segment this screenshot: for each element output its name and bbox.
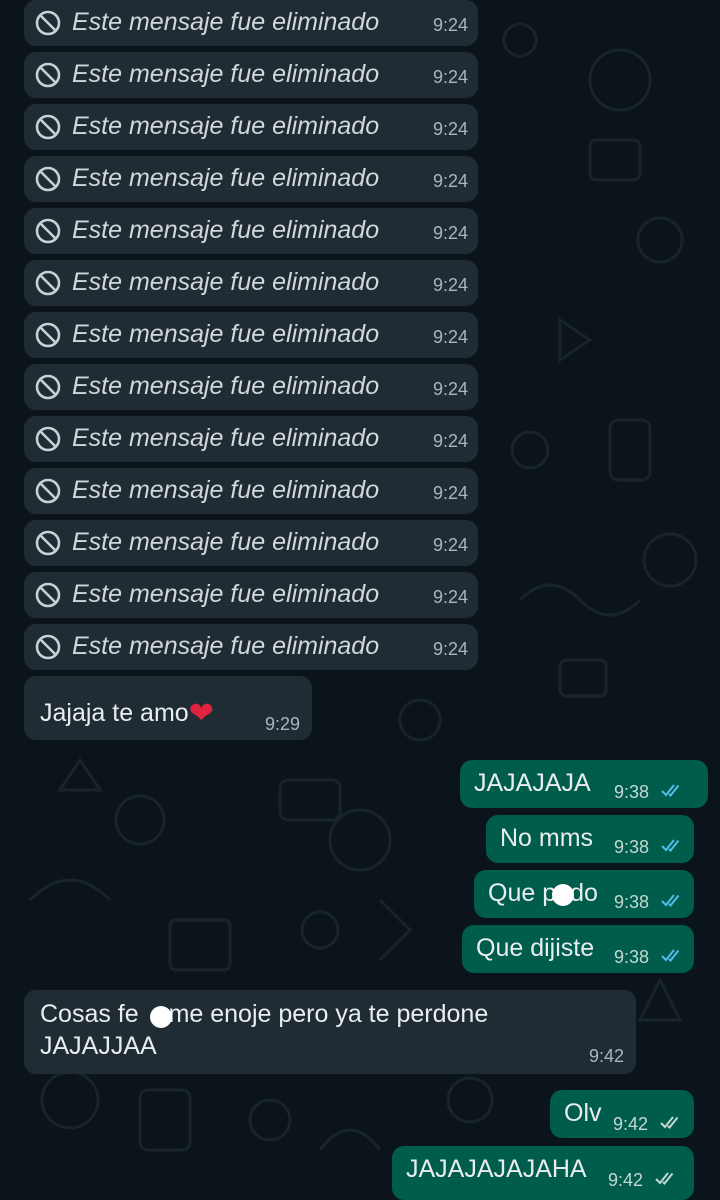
message-time: 9:24 xyxy=(432,275,468,295)
prohibited-icon xyxy=(35,374,61,400)
message-text-end: , me enoje pero ya te perdone xyxy=(154,1000,489,1028)
outgoing-message[interactable]: Que p do 9:38 xyxy=(474,870,694,918)
message-text: JAJAJAJA xyxy=(474,769,591,797)
message-time: 9:24 xyxy=(432,171,468,191)
deleted-message-text: Este mensaje fue eliminado xyxy=(72,320,380,348)
message-time: 9:42 xyxy=(588,1046,624,1066)
censor-dot xyxy=(150,1006,172,1028)
message-time: 9:24 xyxy=(432,67,468,87)
prohibited-icon xyxy=(35,114,61,140)
message-time: 9:24 xyxy=(432,431,468,451)
deleted-message-text: Este mensaje fue eliminado xyxy=(72,476,380,504)
prohibited-icon xyxy=(35,10,61,36)
deleted-message-text: Este mensaje fue eliminado xyxy=(72,216,380,244)
red-heart-emoji: ❤ xyxy=(188,697,214,730)
deleted-message[interactable]: Este mensaje fue eliminado 9:24 xyxy=(24,0,478,46)
incoming-message[interactable]: Jajaja te amo❤ 9:29 xyxy=(24,676,312,740)
prohibited-icon xyxy=(35,166,61,192)
message-time: 9:24 xyxy=(432,15,468,35)
message-time: 9:24 xyxy=(432,223,468,243)
message-text: Que dijiste xyxy=(476,934,595,962)
message-text: JAJAJAJAJAHA xyxy=(406,1155,587,1183)
chat-area[interactable]: Este mensaje fue eliminado 9:24 Este men… xyxy=(0,0,720,1200)
outgoing-message[interactable]: Olv 9:42 xyxy=(550,1090,694,1138)
incoming-message[interactable]: Cosas fe , me enoje pero ya te perdone JA… xyxy=(24,990,636,1074)
prohibited-icon xyxy=(35,530,61,556)
deleted-message-text: Este mensaje fue eliminado xyxy=(72,112,380,140)
prohibited-icon xyxy=(35,478,61,504)
read-ticks-icon xyxy=(661,839,680,852)
message-time: 9:38 xyxy=(614,837,650,857)
delivered-ticks-icon xyxy=(660,1116,679,1129)
message-text-line2: JAJAJJAA xyxy=(40,1032,157,1060)
message-time: 9:24 xyxy=(432,587,468,607)
deleted-message-text: Este mensaje fue eliminado xyxy=(72,580,380,608)
deleted-message-text: Este mensaje fue eliminado xyxy=(72,268,380,296)
deleted-message[interactable]: Este mensaje fue eliminado 9:24 xyxy=(24,416,478,462)
read-ticks-icon xyxy=(661,784,680,797)
message-time: 9:42 xyxy=(613,1114,649,1134)
deleted-message-text: Este mensaje fue eliminado xyxy=(72,372,380,400)
deleted-message[interactable]: Este mensaje fue eliminado 9:24 xyxy=(24,208,478,254)
message-time: 9:24 xyxy=(432,535,468,555)
outgoing-message[interactable]: JAJAJAJAJAHA 9:42 xyxy=(392,1146,694,1200)
deleted-message-text: Este mensaje fue eliminado xyxy=(72,60,380,88)
deleted-message[interactable]: Este mensaje fue eliminado 9:24 xyxy=(24,52,478,98)
deleted-message[interactable]: Este mensaje fue eliminado 9:24 xyxy=(24,156,478,202)
message-text-content: Jajaja te amo xyxy=(40,699,189,727)
message-time: 9:42 xyxy=(608,1170,644,1190)
message-text: Jajaja te amo❤ xyxy=(40,694,214,730)
prohibited-icon xyxy=(35,218,61,244)
deleted-message[interactable]: Este mensaje fue eliminado 9:24 xyxy=(24,260,478,306)
prohibited-icon xyxy=(35,426,61,452)
deleted-message-text: Este mensaje fue eliminado xyxy=(72,528,380,556)
outgoing-message[interactable]: Que dijiste 9:38 xyxy=(462,925,694,973)
message-text: Que p do xyxy=(488,879,598,908)
deleted-message[interactable]: Este mensaje fue eliminado 9:24 xyxy=(24,364,478,410)
read-ticks-icon xyxy=(661,894,680,907)
message-text: Cosas fe , me enoje pero ya te perdone xyxy=(40,1000,488,1029)
message-time: 9:24 xyxy=(432,483,468,503)
deleted-message-text: Este mensaje fue eliminado xyxy=(72,632,380,660)
deleted-message-text: Este mensaje fue eliminado xyxy=(72,8,380,36)
message-time: 9:24 xyxy=(432,119,468,139)
prohibited-icon xyxy=(35,322,61,348)
message-text-end: do xyxy=(570,879,598,907)
deleted-message[interactable]: Este mensaje fue eliminado 9:24 xyxy=(24,572,478,618)
delivered-ticks-icon xyxy=(655,1172,674,1185)
message-text-start: Que p xyxy=(488,879,557,907)
outgoing-message[interactable]: No mms 9:38 xyxy=(486,815,694,863)
message-time: 9:29 xyxy=(264,714,300,734)
prohibited-icon xyxy=(35,634,61,660)
outgoing-message[interactable]: JAJAJAJA 9:38 xyxy=(460,760,708,808)
deleted-message[interactable]: Este mensaje fue eliminado 9:24 xyxy=(24,624,478,670)
message-time: 9:38 xyxy=(614,892,650,912)
deleted-message[interactable]: Este mensaje fue eliminado 9:24 xyxy=(24,104,478,150)
deleted-message[interactable]: Este mensaje fue eliminado 9:24 xyxy=(24,520,478,566)
censor-dot xyxy=(552,884,574,906)
read-ticks-icon xyxy=(661,949,680,962)
deleted-message-text: Este mensaje fue eliminado xyxy=(72,424,380,452)
message-time: 9:24 xyxy=(432,327,468,347)
message-time: 9:38 xyxy=(614,782,650,802)
prohibited-icon xyxy=(35,62,61,88)
deleted-message[interactable]: Este mensaje fue eliminado 9:24 xyxy=(24,312,478,358)
message-text: No mms xyxy=(500,824,594,852)
prohibited-icon xyxy=(35,582,61,608)
message-text-start: Cosas fe xyxy=(40,1000,139,1028)
message-text: Olv xyxy=(564,1099,602,1127)
deleted-message[interactable]: Este mensaje fue eliminado 9:24 xyxy=(24,468,478,514)
prohibited-icon xyxy=(35,270,61,296)
message-time: 9:24 xyxy=(432,639,468,659)
message-time: 9:24 xyxy=(432,379,468,399)
message-time: 9:38 xyxy=(614,947,650,967)
deleted-message-text: Este mensaje fue eliminado xyxy=(72,164,380,192)
